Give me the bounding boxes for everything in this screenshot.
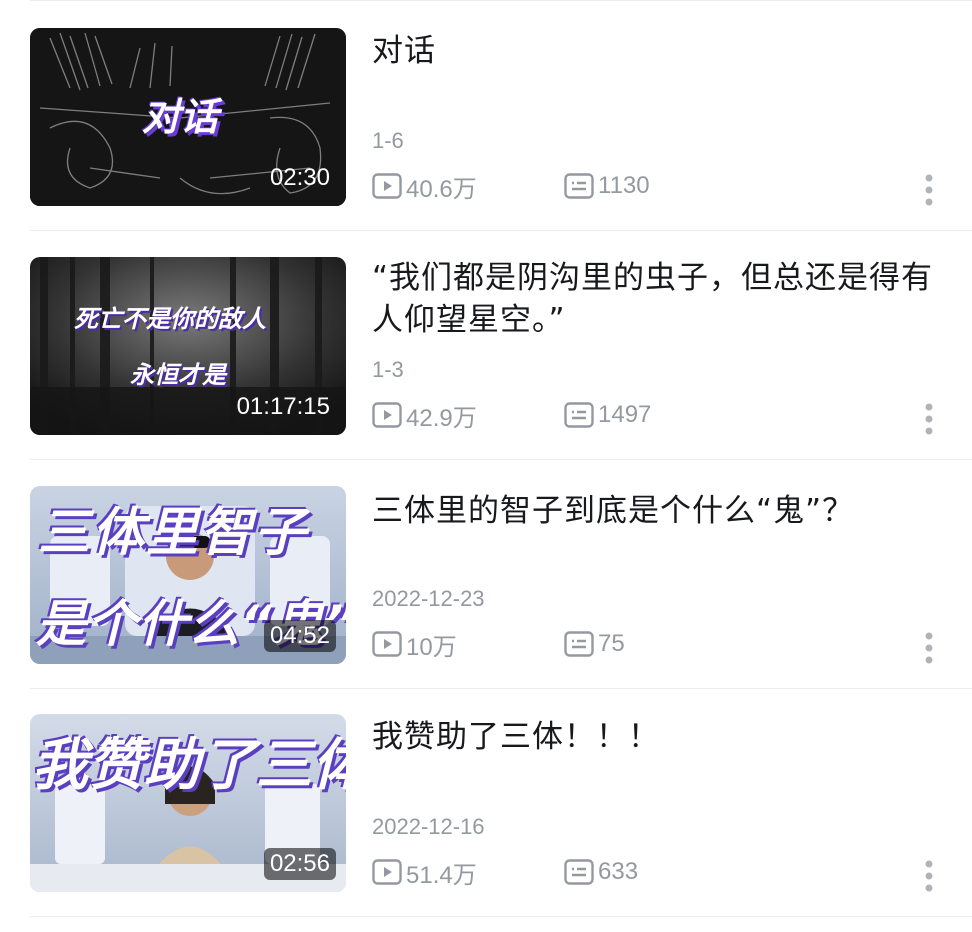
view-count: 42.9万 bbox=[372, 399, 477, 432]
video-stats: 42.9万 1497 bbox=[372, 399, 947, 432]
danmaku-count-value: 1130 bbox=[598, 172, 650, 199]
divider bbox=[30, 230, 972, 231]
danmaku-icon bbox=[564, 631, 594, 657]
more-vertical-icon[interactable] bbox=[924, 174, 934, 206]
video-duration: 04:52 bbox=[263, 620, 336, 652]
danmaku-count-value: 75 bbox=[598, 630, 625, 657]
danmaku-icon bbox=[564, 173, 594, 199]
divider bbox=[30, 688, 972, 689]
danmaku-count: 1497 bbox=[564, 399, 651, 431]
view-count-value: 10万 bbox=[406, 633, 457, 661]
thumbnail-caption: 对话 bbox=[142, 95, 219, 139]
video-title[interactable]: 我赞助了三体！！！ bbox=[372, 716, 947, 758]
danmaku-icon bbox=[564, 859, 594, 885]
divider bbox=[30, 0, 972, 1]
video-title[interactable]: “我们都是阴沟里的虫子，但总还是得有人仰望星空。” bbox=[372, 257, 947, 341]
danmaku-count-value: 633 bbox=[598, 858, 639, 885]
danmaku-icon bbox=[564, 402, 594, 428]
view-count: 10万 bbox=[372, 628, 457, 661]
thumbnail-caption: 我赞助了三体! bbox=[32, 733, 346, 798]
danmaku-count: 75 bbox=[564, 628, 625, 660]
play-count-icon bbox=[372, 402, 402, 428]
video-thumbnail[interactable]: 我赞助了三体! 02:56 bbox=[30, 714, 346, 892]
danmaku-count: 633 bbox=[564, 856, 638, 888]
video-date: 2022-12-16 bbox=[372, 814, 485, 839]
danmaku-count-value: 1497 bbox=[598, 401, 652, 428]
divider bbox=[30, 916, 972, 917]
view-count-value: 42.9万 bbox=[406, 404, 477, 432]
divider bbox=[30, 459, 972, 460]
danmaku-count: 1130 bbox=[564, 170, 650, 202]
more-vertical-icon[interactable] bbox=[924, 632, 934, 664]
view-count-value: 40.6万 bbox=[406, 175, 477, 203]
play-count-icon bbox=[372, 173, 402, 199]
thumbnail-caption-2: 永恒才是 bbox=[130, 361, 226, 389]
more-vertical-icon[interactable] bbox=[924, 403, 934, 435]
video-date: 2022-12-23 bbox=[372, 586, 485, 611]
video-item-3[interactable]: 三体里智子 是个什么“鬼”? 04:52 三体里的智子到底是个什么“鬼”？ 20… bbox=[0, 486, 972, 664]
thumbnail-caption-1: 三体里智子 bbox=[38, 503, 309, 563]
play-count-icon bbox=[372, 631, 402, 657]
view-count-value: 51.4万 bbox=[406, 861, 477, 889]
video-list: 对话 02:30 对话 1-6 40.6万 1130 死亡不是你的敌人 永恒才是… bbox=[0, 0, 972, 932]
video-item-1[interactable]: 对话 02:30 对话 1-6 40.6万 1130 bbox=[0, 28, 972, 206]
video-thumbnail[interactable]: 死亡不是你的敌人 永恒才是 01:17:15 bbox=[30, 257, 346, 435]
video-item-4[interactable]: 我赞助了三体! 02:56 我赞助了三体！！！ 2022-12-16 51.4万… bbox=[0, 714, 972, 892]
video-date: 1-6 bbox=[372, 128, 404, 153]
video-thumbnail[interactable]: 对话 02:30 bbox=[30, 28, 346, 206]
video-item-2[interactable]: 死亡不是你的敌人 永恒才是 01:17:15 “我们都是阴沟里的虫子，但总还是得… bbox=[0, 257, 972, 435]
video-stats: 10万 75 bbox=[372, 628, 947, 661]
video-stats: 51.4万 633 bbox=[372, 856, 947, 889]
video-title[interactable]: 对话 bbox=[372, 30, 947, 72]
video-title[interactable]: 三体里的智子到底是个什么“鬼”？ bbox=[372, 490, 947, 532]
thumbnail-caption-1: 死亡不是你的敌人 bbox=[74, 305, 266, 333]
video-date: 1-3 bbox=[372, 357, 404, 382]
video-duration: 01:17:15 bbox=[236, 393, 330, 420]
video-stats: 40.6万 1130 bbox=[372, 170, 947, 203]
play-count-icon bbox=[372, 859, 402, 885]
view-count: 51.4万 bbox=[372, 856, 477, 889]
more-vertical-icon[interactable] bbox=[924, 860, 934, 892]
video-thumbnail[interactable]: 三体里智子 是个什么“鬼”? 04:52 bbox=[30, 486, 346, 664]
video-duration: 02:56 bbox=[263, 848, 336, 880]
view-count: 40.6万 bbox=[372, 170, 477, 203]
video-duration: 02:30 bbox=[269, 164, 330, 191]
